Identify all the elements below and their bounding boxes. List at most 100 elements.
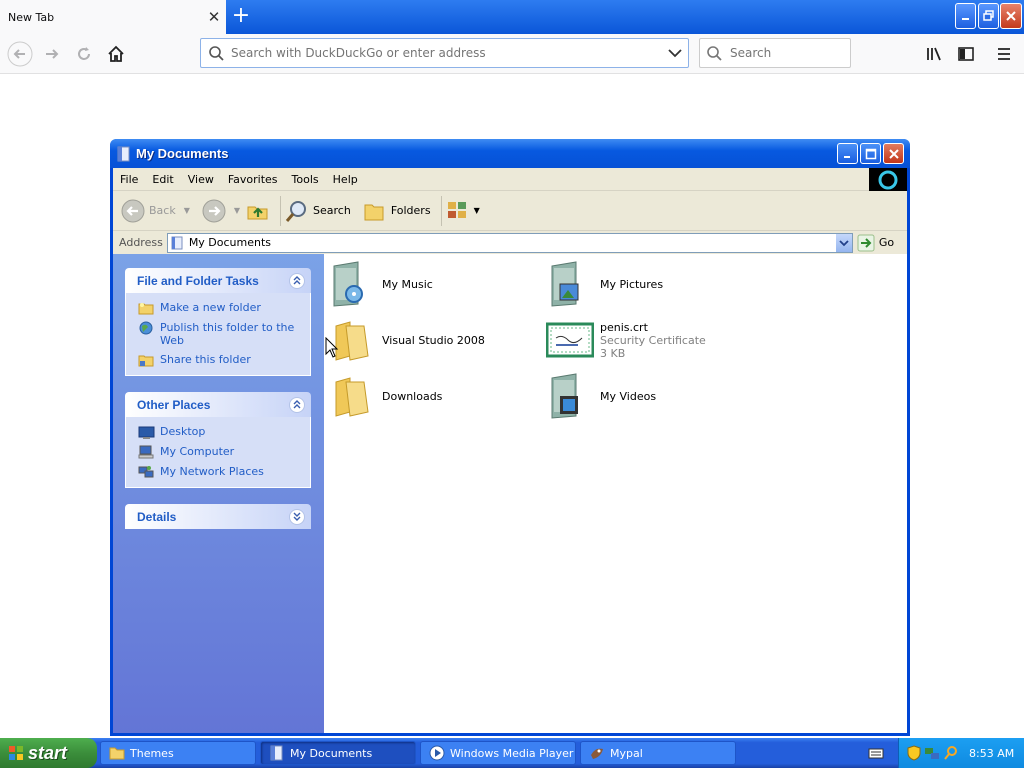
file-item-my-videos[interactable]: My Videos (546, 370, 756, 422)
collapse-chevron-icon[interactable] (289, 396, 305, 413)
folders-button[interactable]: Folders (363, 199, 431, 223)
back-arrow-icon (121, 199, 145, 222)
task-share-folder[interactable]: Share this folder (138, 353, 306, 367)
place-my-computer[interactable]: My Computer (138, 445, 306, 459)
views-button[interactable]: ▼ (446, 199, 480, 223)
task-label: Mypal (610, 746, 643, 760)
toolbar-separator (280, 195, 282, 226)
search-button[interactable]: Search (285, 199, 351, 223)
sidebar-toggle-button[interactable] (952, 40, 980, 68)
task-label: Windows Media Player (450, 746, 574, 760)
reload-button[interactable] (70, 40, 98, 68)
menu-favorites[interactable]: Favorites (221, 173, 285, 186)
browser-tab[interactable]: New Tab ✕ (0, 0, 226, 34)
search-input[interactable] (726, 46, 850, 60)
views-dropdown-icon[interactable]: ▼ (474, 206, 480, 215)
browser-close-button[interactable] (1000, 3, 1022, 29)
globe-icon (139, 321, 153, 335)
forward-button[interactable]: ▼ (202, 199, 240, 223)
file-item-my-music[interactable]: My Music (328, 258, 538, 310)
task-mypal[interactable]: Mypal (580, 741, 736, 765)
file-size: 3 KB (600, 346, 626, 360)
task-label: Share this folder (160, 353, 251, 366)
window-close-button[interactable] (883, 143, 904, 164)
menu-help[interactable]: Help (326, 173, 365, 186)
file-item-penis-crt[interactable]: penis.crt Security Certificate 3 KB (546, 314, 756, 366)
collapse-chevron-icon[interactable] (289, 272, 305, 289)
panel-header[interactable]: Details (125, 504, 311, 529)
mypal-icon (591, 748, 603, 759)
menu-view[interactable]: View (181, 173, 221, 186)
up-folder-button[interactable] (246, 199, 270, 223)
window-minimize-button[interactable] (837, 143, 858, 164)
explorer-window: My Documents File Edit View Favorites To… (110, 139, 910, 736)
place-my-network-places[interactable]: My Network Places (138, 465, 306, 479)
task-themes[interactable]: Themes (100, 741, 256, 765)
new-tab-plus-icon[interactable]: + (228, 2, 254, 30)
forward-arrow-icon (202, 199, 226, 222)
menu-button[interactable] (990, 40, 1018, 68)
library-button[interactable] (920, 40, 948, 68)
chevron-down-icon[interactable] (662, 43, 688, 63)
url-input[interactable] (227, 46, 662, 60)
certificate-icon (546, 322, 594, 358)
tray-search-icon[interactable] (943, 745, 959, 761)
network-icon[interactable] (924, 745, 940, 761)
address-dropdown-button[interactable] (835, 233, 852, 252)
task-publish-folder[interactable]: Publish this folder to the Web (138, 321, 306, 347)
address-value: My Documents (188, 236, 272, 249)
file-list: My Music My Pictures Visual Studio 2008 … (324, 254, 907, 733)
reload-icon (78, 47, 90, 60)
security-shield-icon[interactable] (907, 745, 921, 761)
menu-tools[interactable]: Tools (285, 173, 326, 186)
task-my-documents[interactable]: My Documents (260, 741, 416, 765)
details-panel: Details (125, 504, 311, 529)
window-title-bar[interactable]: My Documents (110, 139, 910, 168)
place-label: Desktop (160, 425, 206, 438)
other-places-panel: Other Places Desktop My Computer My Netw… (125, 392, 311, 488)
forward-dropdown-icon[interactable]: ▼ (234, 206, 240, 215)
pictures-folder-icon (551, 261, 579, 307)
shared-folder-icon (138, 355, 154, 367)
panel-header[interactable]: Other Places (125, 392, 311, 417)
task-label: Publish this folder to the Web (160, 321, 295, 347)
panel-title: Details (137, 509, 177, 524)
menu-edit[interactable]: Edit (145, 173, 180, 186)
maximize-icon (865, 148, 876, 159)
back-dropdown-icon[interactable]: ▼ (184, 206, 190, 215)
start-button[interactable]: start (0, 738, 97, 768)
search-bar[interactable] (699, 38, 851, 68)
my-documents-icon (117, 146, 130, 161)
place-desktop[interactable]: Desktop (138, 425, 306, 439)
panel-header[interactable]: File and Folder Tasks (125, 268, 311, 293)
task-make-new-folder[interactable]: Make a new folder (138, 301, 306, 315)
folder-icon (109, 747, 125, 760)
home-button[interactable] (102, 40, 130, 68)
url-bar[interactable] (200, 38, 689, 68)
window-maximize-button[interactable] (860, 143, 881, 164)
computer-icon (138, 445, 154, 459)
address-field[interactable]: My Documents (166, 232, 853, 253)
back-button[interactable]: Back ▼ (121, 199, 190, 223)
file-item-my-pictures[interactable]: My Pictures (546, 258, 756, 310)
browser-restore-button[interactable] (978, 3, 999, 29)
tab-close-icon[interactable]: ✕ (202, 8, 226, 26)
forward-button[interactable] (38, 40, 66, 68)
browser-tab-bar: New Tab ✕ + (0, 0, 1024, 34)
window-title: My Documents (136, 146, 229, 161)
task-windows-media-player[interactable]: Windows Media Player (420, 741, 576, 765)
file-name: My Videos (600, 389, 657, 403)
tab-title: New Tab (8, 10, 55, 24)
file-item-visual-studio-2008[interactable]: Visual Studio 2008 (328, 314, 538, 366)
file-name: Visual Studio 2008 (382, 333, 485, 347)
keyboard-layout-icon[interactable] (866, 744, 886, 762)
file-type: Security Certificate (600, 333, 706, 347)
magnifier-icon (285, 200, 307, 222)
menu-file[interactable]: File (113, 173, 145, 186)
browser-minimize-button[interactable] (955, 3, 976, 29)
file-item-downloads[interactable]: Downloads (328, 370, 538, 422)
task-label: My Documents (290, 746, 373, 760)
go-button[interactable]: Go (857, 234, 894, 252)
back-button[interactable] (6, 40, 34, 68)
expand-chevron-icon[interactable] (289, 508, 305, 525)
